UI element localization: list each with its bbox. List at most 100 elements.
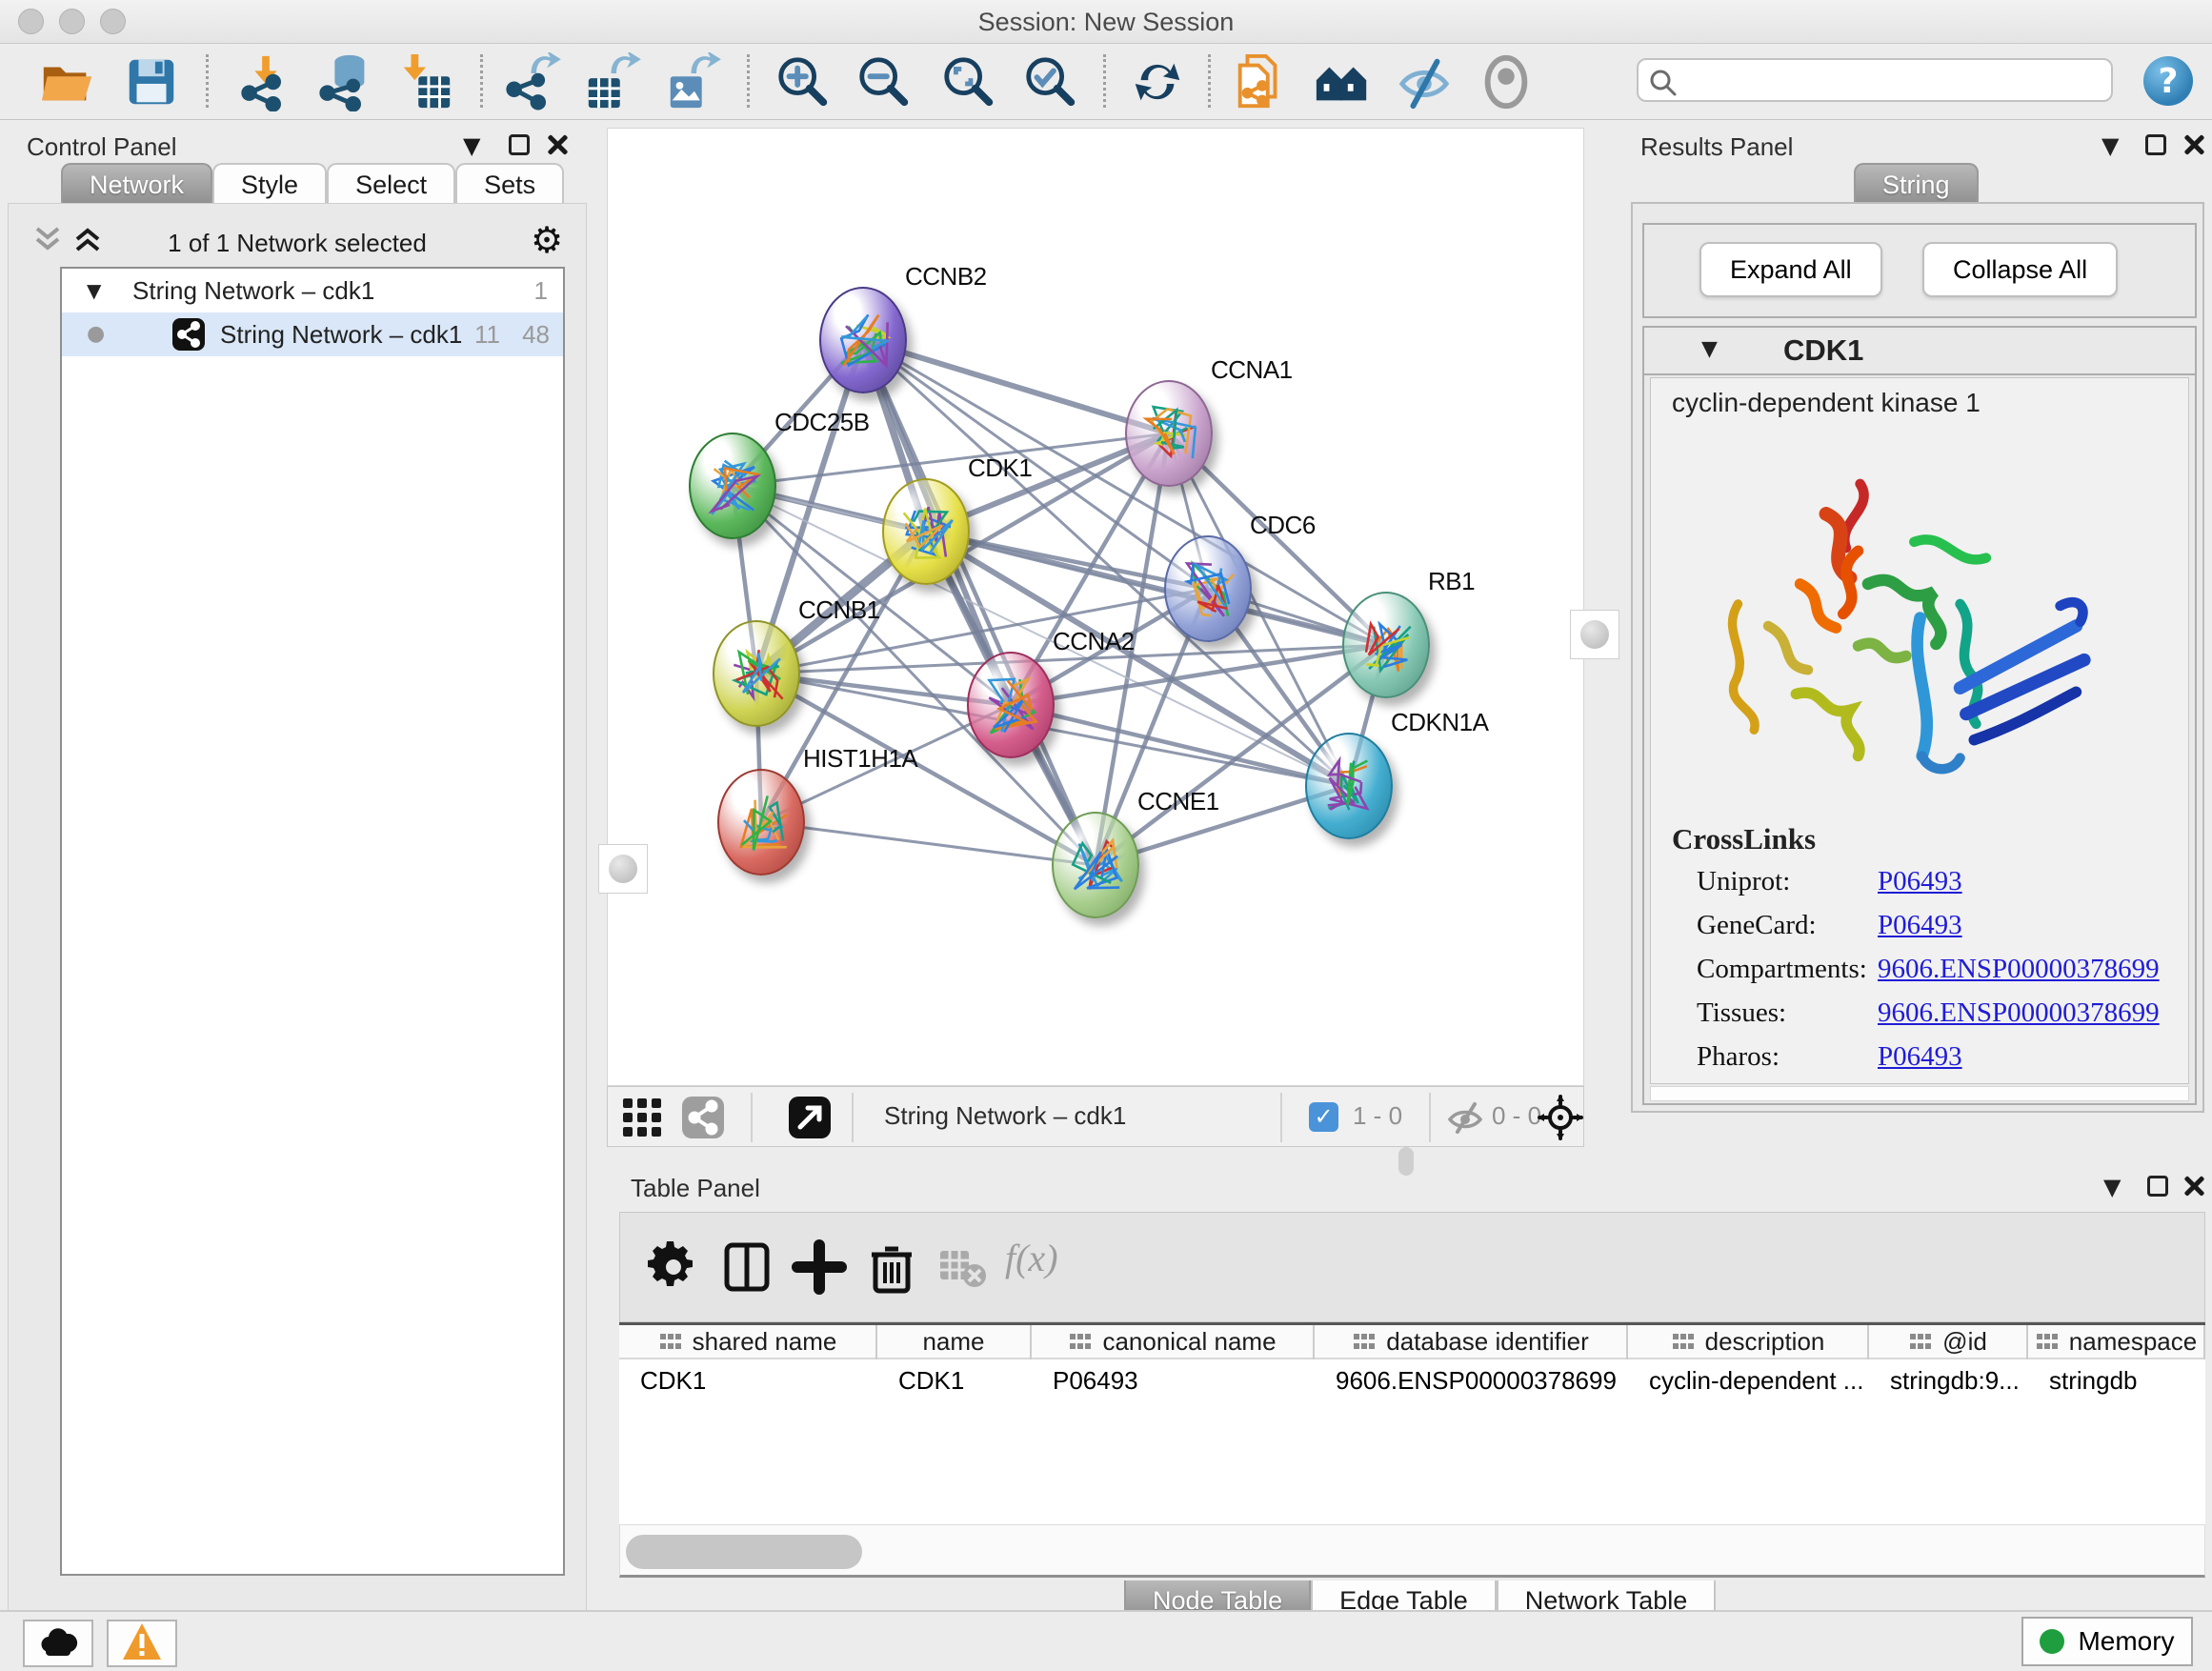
column-header-name[interactable]: name	[877, 1325, 1032, 1359]
crosslink-label: Compartments:	[1697, 954, 1867, 985]
bottom-splitter-handle[interactable]	[1398, 1147, 1414, 1176]
network-node-CCNB2[interactable]	[819, 287, 907, 393]
import-table-button[interactable]	[396, 52, 455, 111]
crosslink-link[interactable]: P06493	[1878, 1041, 1962, 1073]
save-session-button[interactable]	[122, 52, 181, 111]
right-splitter-handle[interactable]	[1570, 610, 1619, 659]
zoom-in-button[interactable]	[774, 52, 833, 111]
automation-status-button[interactable]	[23, 1620, 93, 1667]
crosslink-link[interactable]: 9606.ENSP00000378699	[1878, 997, 2160, 1029]
collapse-all-button[interactable]: Collapse All	[1922, 242, 2118, 297]
column-header-canonical-name[interactable]: canonical name	[1032, 1325, 1315, 1359]
grid-view-icon[interactable]	[619, 1095, 665, 1140]
zoom-fit-button[interactable]	[939, 52, 998, 111]
table-toolbar: f(x)	[619, 1212, 2205, 1322]
zoom-out-button[interactable]	[855, 52, 914, 111]
tab-style[interactable]: Style	[212, 163, 327, 206]
table-cell[interactable]: CDK1	[877, 1359, 1032, 1401]
help-button[interactable]: ?	[2143, 56, 2193, 106]
network-node-CDKN1A[interactable]	[1305, 733, 1393, 839]
network-node-CDK1[interactable]	[882, 478, 970, 585]
tab-sets[interactable]: Sets	[455, 163, 564, 206]
control-panel-close-icon[interactable]	[547, 134, 568, 155]
home-string-button[interactable]	[1313, 52, 1372, 111]
column-header-description[interactable]: description	[1628, 1325, 1869, 1359]
birds-eye-view-icon[interactable]	[1538, 1095, 1583, 1140]
network-row-selected[interactable]: ● String Network – cdk1 11 48	[62, 312, 563, 356]
zoom-selected-button[interactable]	[1021, 52, 1080, 111]
memory-label: Memory	[2078, 1626, 2174, 1656]
table-panel-float-icon[interactable]	[2147, 1176, 2168, 1197]
search-input[interactable]	[1688, 62, 2098, 98]
column-header-database-identifier[interactable]: database identifier	[1315, 1325, 1628, 1359]
table-cell[interactable]: CDK1	[619, 1359, 877, 1401]
detach-view-icon[interactable]	[787, 1095, 833, 1140]
control-panel-float-icon[interactable]	[509, 134, 530, 155]
warnings-status-button[interactable]	[107, 1620, 177, 1667]
entry-collapse-icon[interactable]: ▼	[1701, 337, 1718, 361]
show-columns-icon[interactable]	[719, 1239, 774, 1295]
network-node-count: 11	[474, 312, 500, 356]
left-splitter-handle[interactable]	[598, 844, 648, 894]
table-cell[interactable]: cyclin-dependent ...	[1628, 1359, 1869, 1401]
hide-panels-button[interactable]	[1395, 52, 1454, 111]
function-builder-icon-disabled: f(x)	[1005, 1236, 1058, 1280]
network-node-CCNB1[interactable]	[713, 620, 800, 727]
results-panel-dropdown-icon[interactable]: ▼	[2101, 132, 2119, 159]
network-node-CCNA1[interactable]	[1125, 380, 1213, 487]
string-view-icon[interactable]	[680, 1095, 726, 1140]
export-table-button[interactable]	[583, 52, 642, 111]
export-network-button[interactable]	[503, 52, 562, 111]
tab-select[interactable]: Select	[327, 163, 455, 206]
network-node-CCNE1[interactable]	[1052, 812, 1139, 918]
export-image-button[interactable]	[663, 52, 722, 111]
crosslink-label: Uniprot:	[1697, 866, 1790, 897]
add-column-icon[interactable]	[792, 1239, 847, 1295]
selected-checkbox-icon[interactable]: ✓	[1309, 1102, 1338, 1132]
results-scroll-track[interactable]	[1650, 1086, 2189, 1101]
network-node-RB1[interactable]	[1342, 592, 1430, 698]
memory-button[interactable]: Memory	[2021, 1617, 2193, 1666]
network-collection-row[interactable]: ▼ String Network – cdk1 1	[62, 269, 563, 312]
collection-expand-icon[interactable]: ▼	[87, 269, 101, 312]
table-panel-close-icon[interactable]	[2183, 1176, 2204, 1197]
table-cell[interactable]: stringdb:9...	[1869, 1359, 2028, 1401]
network-edge-count: 48	[522, 312, 550, 356]
new-network-from-selection-button[interactable]	[1231, 52, 1290, 111]
column-header-namespace[interactable]: namespace	[2028, 1325, 2205, 1359]
control-panel-dropdown-icon[interactable]: ▼	[463, 132, 480, 159]
show-panels-eye-button[interactable]	[1477, 52, 1536, 111]
results-panel-close-icon[interactable]	[2183, 134, 2204, 155]
results-buttons-box: Expand All Collapse All	[1642, 223, 2197, 318]
table-cell[interactable]: P06493	[1032, 1359, 1315, 1401]
tab-network[interactable]: Network	[61, 163, 212, 206]
network-options-gear-icon[interactable]: ⚙	[531, 219, 563, 261]
tab-string[interactable]: String	[1854, 163, 1979, 206]
scrollbar-thumb[interactable]	[626, 1535, 862, 1569]
delete-column-trash-icon[interactable]	[864, 1239, 919, 1295]
table-cell[interactable]: 9606.ENSP00000378699	[1315, 1359, 1628, 1401]
network-node-CDC25B[interactable]	[689, 433, 776, 539]
network-node-CDC6[interactable]	[1164, 535, 1252, 642]
results-panel-float-icon[interactable]	[2145, 134, 2166, 155]
table-horizontal-scrollbar[interactable]	[619, 1524, 2205, 1578]
network-node-HIST1H1A[interactable]	[717, 769, 805, 876]
import-database-button[interactable]	[316, 52, 375, 111]
expand-all-button[interactable]: Expand All	[1699, 242, 1882, 297]
node-label-RB1: RB1	[1428, 567, 1475, 596]
network-node-CCNA2[interactable]	[967, 652, 1055, 758]
crosslink-link[interactable]: P06493	[1878, 910, 1962, 941]
column-header-@id[interactable]: @id	[1869, 1325, 2028, 1359]
refresh-layout-button[interactable]	[1128, 52, 1187, 111]
import-network-button[interactable]	[236, 52, 295, 111]
column-header-shared-name[interactable]: shared name	[619, 1325, 877, 1359]
crosslink-link[interactable]: 9606.ENSP00000378699	[1878, 954, 2160, 985]
table-cell[interactable]: stringdb	[2028, 1359, 2205, 1401]
table-panel-dropdown-icon[interactable]: ▼	[2103, 1174, 2121, 1200]
crosslink-link[interactable]: P06493	[1878, 866, 1962, 897]
control-panel: Control Panel ▼ NetworkStyleSelectSets 1…	[0, 121, 593, 1609]
table-settings-gear-icon[interactable]	[647, 1239, 702, 1295]
network-canvas[interactable]: CCNB2CCNA1CDC25BCDK1CDC6RB1CCNB1CCNA2CDK…	[607, 128, 1584, 1086]
open-session-button[interactable]	[38, 52, 97, 111]
table-row[interactable]: CDK1CDK1P064939606.ENSP00000378699cyclin…	[619, 1359, 2205, 1401]
